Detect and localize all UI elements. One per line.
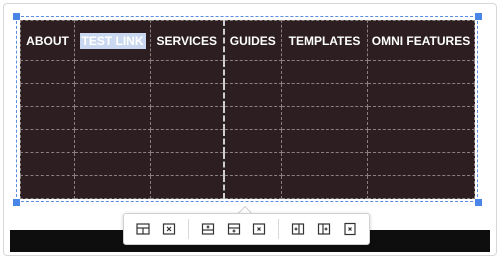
table-cell-test-link[interactable]: TEST LINK <box>74 20 151 61</box>
table-cell[interactable] <box>281 175 368 199</box>
table-row <box>20 175 475 199</box>
nav-item-about[interactable]: ABOUT <box>26 34 69 48</box>
table-toolbar <box>123 213 370 245</box>
resize-handle-top-left[interactable] <box>13 13 20 20</box>
table-cell-templates[interactable]: TEMPLATES <box>281 20 368 61</box>
table-cell[interactable] <box>150 129 225 153</box>
table-cell[interactable] <box>281 106 368 130</box>
insert-column-after-icon <box>318 223 331 235</box>
table-cell[interactable] <box>20 175 75 199</box>
delete-row-button[interactable] <box>250 218 270 240</box>
table-cell[interactable] <box>20 106 75 130</box>
table-cell-guides[interactable]: GUIDES <box>223 20 282 61</box>
table-cell[interactable] <box>20 60 75 84</box>
resize-handle-bottom-left[interactable] <box>13 199 20 206</box>
table-cell[interactable] <box>223 129 282 153</box>
table-cell[interactable] <box>281 152 368 176</box>
table-cell[interactable] <box>223 83 282 107</box>
table-cell[interactable] <box>150 60 225 84</box>
nav-item-templates[interactable]: TEMPLATES <box>289 34 361 48</box>
table-cell[interactable] <box>150 175 225 199</box>
insert-row-before-icon <box>201 223 214 235</box>
nav-item-test-link[interactable]: TEST LINK <box>79 32 146 49</box>
insert-row-before-button[interactable] <box>198 218 218 240</box>
table-row <box>20 106 475 130</box>
table-cell[interactable] <box>223 175 282 199</box>
nav-table[interactable]: ABOUT TEST LINK SERVICES GUIDES TEMPLATE… <box>20 20 475 199</box>
table-row <box>20 60 475 84</box>
table-cell[interactable] <box>150 83 225 107</box>
table-cell[interactable] <box>367 175 475 199</box>
table-properties-icon <box>136 223 150 235</box>
table-cell[interactable] <box>223 60 282 84</box>
table-cell[interactable] <box>367 60 475 84</box>
table-properties-button[interactable] <box>133 218 153 240</box>
table-cell-services[interactable]: SERVICES <box>150 20 225 61</box>
insert-row-after-icon <box>227 223 240 235</box>
table-cell[interactable] <box>367 129 475 153</box>
table-cell[interactable] <box>367 83 475 107</box>
delete-table-button[interactable] <box>159 218 179 240</box>
table-cell[interactable] <box>20 83 75 107</box>
table-row <box>20 83 475 107</box>
insert-column-before-button[interactable] <box>288 218 308 240</box>
table-cell[interactable] <box>223 106 282 130</box>
resize-handle-top-right[interactable] <box>475 13 482 20</box>
toolbar-separator <box>187 219 189 239</box>
table-cell[interactable] <box>74 60 151 84</box>
nav-item-omni-features[interactable]: OMNI FEATURES <box>372 34 470 48</box>
table-cell[interactable] <box>367 106 475 130</box>
nav-item-guides[interactable]: GUIDES <box>230 34 276 48</box>
table-cell[interactable] <box>74 129 151 153</box>
delete-table-icon <box>162 223 175 235</box>
resize-handle-bottom-right[interactable] <box>475 199 482 206</box>
table-cell[interactable] <box>74 175 151 199</box>
nav-item-services[interactable]: SERVICES <box>157 34 217 48</box>
delete-column-button[interactable] <box>340 218 360 240</box>
table-cell[interactable] <box>223 152 282 176</box>
table-row <box>20 152 475 176</box>
table-cell[interactable] <box>367 152 475 176</box>
table-cell-about[interactable]: ABOUT <box>20 20 75 61</box>
table-cell[interactable] <box>20 129 75 153</box>
table-cell[interactable] <box>281 129 368 153</box>
delete-row-icon <box>253 223 266 235</box>
table-cell[interactable] <box>281 83 368 107</box>
insert-column-before-icon <box>292 223 305 235</box>
table-cell[interactable] <box>281 60 368 84</box>
insert-row-after-button[interactable] <box>224 218 244 240</box>
table-cell[interactable] <box>150 106 225 130</box>
table-cell[interactable] <box>150 152 225 176</box>
toolbar-separator <box>278 219 280 239</box>
delete-column-icon <box>344 222 356 236</box>
insert-column-after-button[interactable] <box>314 218 334 240</box>
table-cell[interactable] <box>74 106 151 130</box>
table-cell[interactable] <box>20 152 75 176</box>
table-row <box>20 129 475 153</box>
table-cell[interactable] <box>74 152 151 176</box>
table-cell[interactable] <box>74 83 151 107</box>
table-cell-omni-features[interactable]: OMNI FEATURES <box>367 20 475 61</box>
